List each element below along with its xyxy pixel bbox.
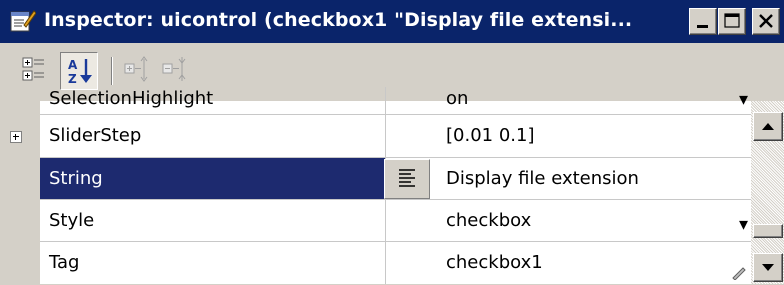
expand-sliderstep-icon[interactable]	[10, 131, 22, 143]
collapse-all-icon	[162, 57, 186, 81]
scroll-down-arrow-icon	[762, 264, 774, 271]
dropdown-arrow-icon[interactable]: ▾	[739, 214, 748, 235]
svg-text:Z: Z	[68, 72, 77, 86]
expand-all-icon	[124, 56, 148, 82]
property-name-cell: String	[40, 158, 386, 199]
property-value: checkbox	[446, 210, 532, 231]
minimize-icon	[697, 25, 708, 28]
property-name-cell: SliderStep	[40, 115, 386, 157]
window-title: Inspector: uicontrol (checkbox1 "Display…	[44, 9, 633, 31]
categorized-view-icon	[22, 57, 44, 81]
property-name-cell: Style	[40, 200, 386, 241]
scroll-up-button[interactable]	[753, 112, 783, 141]
maximize-button[interactable]	[718, 8, 746, 35]
dropdown-arrow-icon[interactable]: ▾	[739, 89, 748, 110]
maximize-icon	[724, 13, 740, 28]
property-name: Tag	[49, 252, 80, 273]
toolbar-separator	[111, 57, 113, 85]
alphabetical-sort-button[interactable]: A Z	[60, 52, 98, 90]
edit-pencil-icon[interactable]	[731, 266, 747, 280]
scroll-thumb[interactable]	[753, 224, 783, 238]
inspector-app-icon	[10, 10, 36, 32]
property-name-cell: SelectionHighlight	[40, 87, 386, 114]
property-value-cell[interactable]: on ▾	[386, 87, 751, 114]
title-bar[interactable]: Inspector: uicontrol (checkbox1 "Display…	[0, 0, 784, 43]
property-row-tag[interactable]: Tag checkbox1	[40, 242, 751, 284]
property-row-style[interactable]: Style checkbox ▾	[40, 200, 751, 242]
collapse-all-button[interactable]	[160, 55, 190, 85]
property-name: SelectionHighlight	[49, 88, 214, 109]
property-name: String	[49, 168, 103, 189]
property-row-sliderstep[interactable]: SliderStep [0.01 0.1]	[40, 115, 751, 158]
property-row-selectionhighlight[interactable]: SelectionHighlight on ▾	[40, 87, 751, 115]
property-value-cell[interactable]: checkbox1	[386, 242, 751, 284]
property-value: Display file extension	[446, 168, 639, 189]
property-value: [0.01 0.1]	[446, 125, 535, 146]
property-grid: SelectionHighlight on ▾ SliderStep [0.01…	[0, 87, 784, 284]
edit-string-button[interactable]	[384, 159, 430, 199]
scroll-down-button[interactable]	[753, 253, 783, 282]
property-value-cell[interactable]: Display file extension	[386, 158, 751, 199]
svg-text:A: A	[68, 58, 78, 72]
grid-gutter	[0, 101, 40, 284]
property-name: Style	[49, 210, 95, 231]
property-value: on	[446, 88, 469, 109]
property-value-cell[interactable]: checkbox ▾	[386, 200, 751, 241]
scroll-up-arrow-icon	[762, 123, 774, 130]
text-lines-icon	[399, 169, 415, 187]
close-icon	[759, 14, 773, 28]
property-value-cell[interactable]: [0.01 0.1]	[386, 115, 751, 157]
expand-all-button[interactable]	[122, 55, 152, 85]
property-value: checkbox1	[446, 252, 543, 273]
categorized-view-button[interactable]	[20, 55, 50, 85]
property-name-cell: Tag	[40, 242, 386, 284]
close-button[interactable]	[752, 8, 780, 35]
alphabetical-sort-icon: A Z	[68, 58, 92, 86]
property-name: SliderStep	[49, 125, 142, 146]
minimize-button[interactable]	[689, 8, 717, 35]
